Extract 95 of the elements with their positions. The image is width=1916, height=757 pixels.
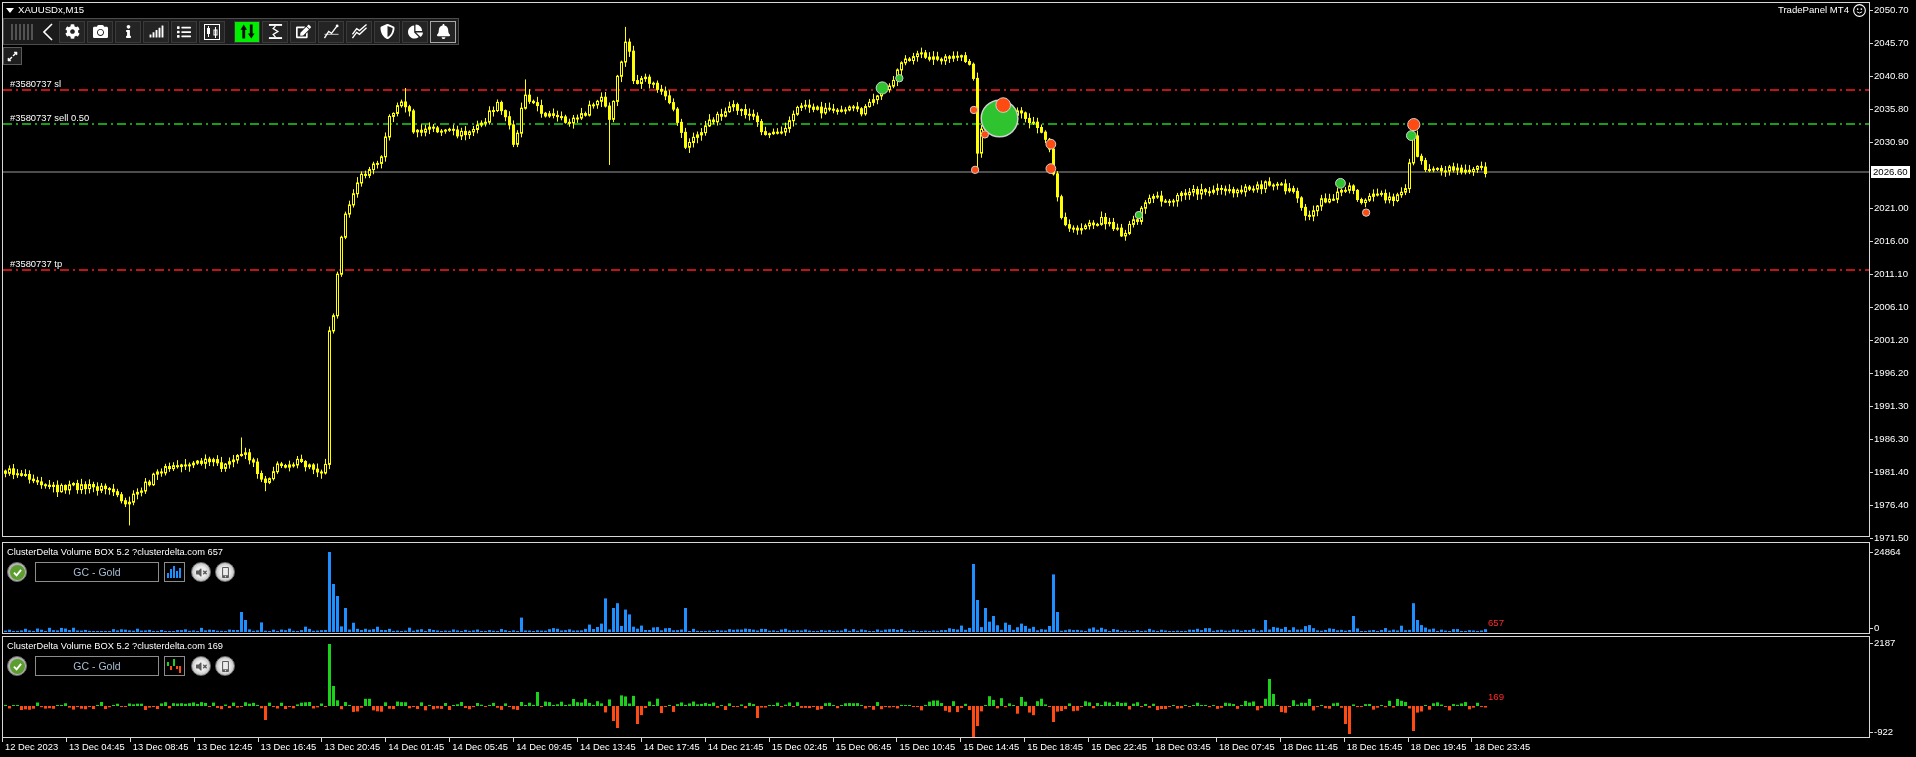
time-axis-label: 15 Dec 10:45: [896, 738, 961, 757]
list-icon: [177, 24, 191, 39]
up-down-arrows-icon: [239, 24, 255, 39]
order-line-label: #3580737 sl: [10, 78, 62, 90]
sound-button[interactable]: [191, 562, 211, 582]
order-line-label: #3580737 tp: [10, 258, 63, 270]
toolbar-button[interactable]: [234, 20, 260, 43]
trade-marker-icon: [1045, 138, 1057, 150]
symbol-selector[interactable]: GC - Gold: [35, 562, 159, 582]
time-axis-label: 15 Dec 22:45: [1088, 738, 1153, 757]
trade-marker-icon: [1405, 130, 1417, 141]
current-price-label: 2026.60: [1871, 166, 1910, 178]
toolbar-button[interactable]: [374, 20, 400, 43]
toolbar-button[interactable]: [290, 20, 316, 43]
trade-marker-icon: [1335, 177, 1346, 189]
check-icon: [9, 658, 25, 674]
indicator-value: 657: [1488, 617, 1504, 629]
trade-marker-icon: [895, 74, 904, 83]
time-axis-label: 14 Dec 13:45: [577, 738, 641, 757]
toolbar-button[interactable]: [430, 20, 456, 43]
chevron-left-icon[interactable]: [43, 22, 53, 41]
grip-handle-icon[interactable]: [11, 23, 33, 40]
edit-icon: [295, 24, 311, 39]
zigzag-lines-icon: [351, 24, 367, 39]
caret-icon[interactable]: [6, 7, 14, 13]
phone-icon: [219, 660, 231, 672]
toolbar-button[interactable]: [318, 20, 344, 43]
time-axis-label: 13 Dec 04:45: [65, 738, 130, 757]
signal-bars-icon: [148, 24, 164, 39]
time-axis-label: 13 Dec 16:45: [257, 738, 322, 757]
trade-marker-icon: [1045, 163, 1057, 174]
trade-panel-label: TradePanel MT4: [1777, 4, 1849, 16]
phone-button[interactable]: [215, 656, 235, 676]
check-icon: [9, 564, 25, 580]
indicator-value: 169: [1488, 691, 1504, 703]
trade-marker-icon: [875, 81, 889, 95]
indicator-toggle[interactable]: [7, 656, 27, 676]
time-axis-label: 18 Dec 03:45: [1152, 738, 1216, 757]
toolbar-button[interactable]: [199, 20, 225, 43]
speaker-muted-icon: [195, 660, 207, 672]
time-axis-label: 15 Dec 14:45: [960, 738, 1025, 757]
trade-marker-icon: [970, 165, 980, 174]
symbol-selector[interactable]: GC - Gold: [35, 656, 159, 676]
speaker-muted-icon: [195, 566, 207, 578]
chart-type-button[interactable]: [164, 562, 185, 582]
trade-marker-icon: [1134, 210, 1143, 220]
smiley-icon: [1853, 3, 1866, 17]
phone-button[interactable]: [215, 562, 235, 582]
shield-icon: [379, 24, 395, 39]
time-axis-label: 18 Dec 19:45: [1407, 738, 1472, 757]
chart-symbol-title: XAUUSDx,M15: [18, 4, 85, 16]
gear-icon: [64, 24, 80, 39]
time-axis-label: 13 Dec 20:45: [321, 738, 386, 757]
trade-marker-icon: [1407, 118, 1421, 132]
order-line-label: #3580737 sell 0.50: [10, 112, 90, 124]
expand-button[interactable]: [3, 47, 22, 65]
candlestick-icon: [204, 23, 220, 40]
i-beam-icon: [267, 24, 283, 39]
bar-chart-icon: [167, 566, 182, 578]
time-axis-label: 15 Dec 18:45: [1024, 738, 1089, 757]
toolbar-button[interactable]: [171, 20, 197, 43]
toolbar-button[interactable]: [262, 20, 288, 43]
time-axis-label: 15 Dec 02:45: [768, 738, 833, 757]
trend-line-icon: [323, 24, 339, 39]
indicator-title: ClusterDelta Volume BOX 5.2 ?clusterdelta.com 169: [7, 640, 223, 652]
time-axis-label: 18 Dec 07:45: [1215, 738, 1280, 757]
time-axis-label: 18 Dec 15:45: [1343, 738, 1408, 757]
indicator-title: ClusterDelta Volume BOX 5.2 ?clusterdelta.com 657: [7, 546, 223, 558]
time-axis-label: 14 Dec 05:45: [449, 738, 514, 757]
time-axis-label: 14 Dec 09:45: [513, 738, 577, 757]
delta-bars-icon: [167, 659, 182, 673]
time-axis-label: 12 Dec 2023: [2, 738, 66, 757]
time-axis-label: 18 Dec 23:45: [1471, 738, 1536, 757]
toolbar-button[interactable]: [346, 20, 372, 43]
time-axis-label: 18 Dec 11:45: [1279, 738, 1344, 757]
toolbar-button[interactable]: [87, 20, 113, 43]
time-axis-label: 15 Dec 06:45: [832, 738, 897, 757]
toolbar-button[interactable]: [115, 20, 141, 43]
time-axis-label: 14 Dec 01:45: [385, 738, 450, 757]
pie-chart-icon: [407, 24, 423, 39]
time-axis-label: 13 Dec 08:45: [129, 738, 194, 757]
time-axis-label: 13 Dec 12:45: [193, 738, 258, 757]
phone-icon: [219, 566, 231, 578]
trade-marker-icon: [1361, 208, 1371, 217]
camera-icon: [92, 24, 108, 39]
expand-icon: [7, 50, 18, 62]
chart-type-button[interactable]: [164, 656, 185, 676]
toolbar-button[interactable]: [143, 20, 169, 43]
indicator-toggle[interactable]: [7, 562, 27, 582]
sound-button[interactable]: [191, 656, 211, 676]
toolbar-button[interactable]: [59, 20, 85, 43]
toolbar-button[interactable]: [402, 20, 428, 43]
time-axis-label: 14 Dec 21:45: [704, 738, 769, 757]
bell-icon: [435, 24, 451, 39]
time-axis-label: 14 Dec 17:45: [640, 738, 705, 757]
